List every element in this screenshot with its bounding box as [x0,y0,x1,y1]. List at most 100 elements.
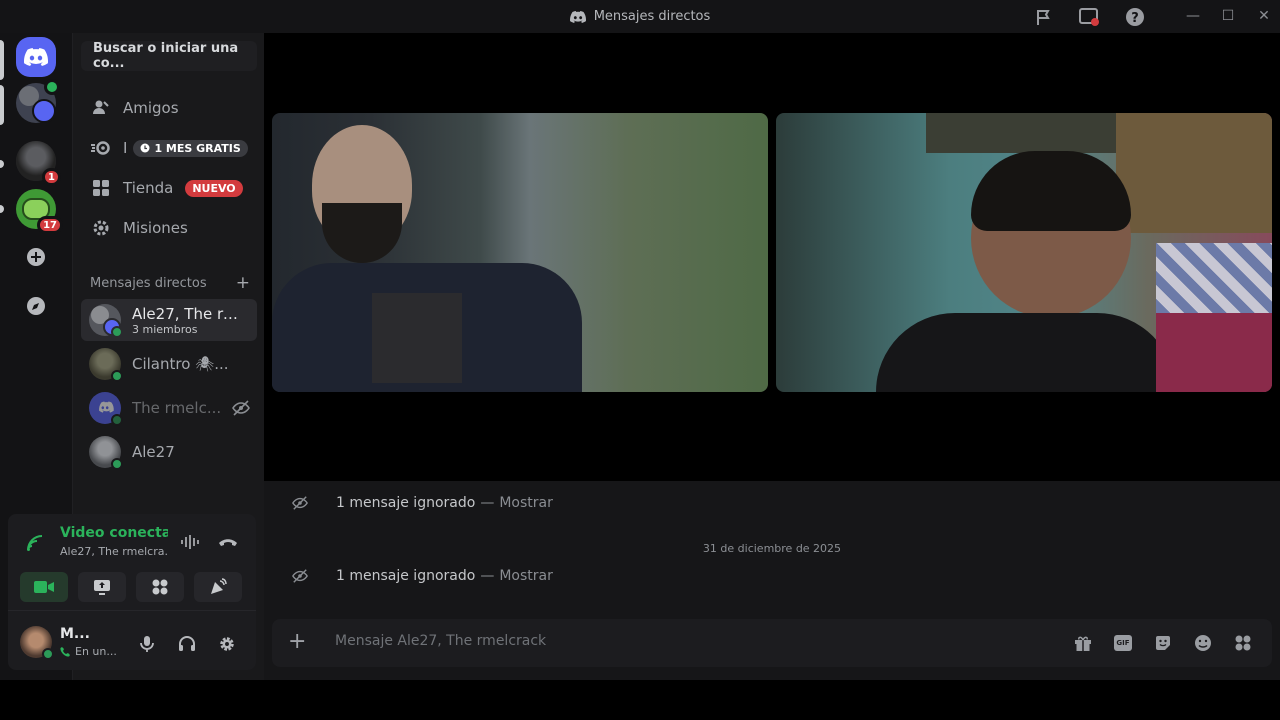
message-input[interactable]: Mensaje Ale27, The rmelcrack [335,633,546,649]
dm-item-rmelcrack[interactable]: The rmelc... [81,387,257,429]
voice-panel: Video conectac Ale27, The rmelcra... [8,514,256,610]
disconnect-icon[interactable] [217,534,239,554]
connection-icon [26,534,44,556]
group-dm-server[interactable] [16,79,60,123]
dm-header-label: Mensajes directos [90,276,207,291]
participant-hair [971,151,1131,231]
dm-item-group[interactable]: Ale27, The rm... 3 miembros [81,299,257,341]
background-bed [1156,313,1272,392]
dm-name: Cilantro 🕷... [132,355,229,373]
home-button[interactable] [16,37,56,77]
discover-button[interactable] [16,286,56,326]
ignored-eye-icon [292,495,308,511]
voice-channel[interactable]: Ale27, The rmelcra... [60,545,168,558]
unread-pill [0,160,4,168]
background-shelf [926,113,1126,153]
nav-label: Misiones [123,219,188,237]
show-link[interactable]: Mostrar [499,568,553,584]
screenshare-button[interactable] [78,572,126,602]
microphone-icon[interactable] [139,635,155,657]
minimize-icon[interactable]: — [1180,4,1206,28]
settings-gear-icon[interactable] [218,635,236,657]
create-dm-icon[interactable]: + [236,275,250,292]
online-status [111,414,123,426]
user-avatar[interactable] [20,626,54,660]
noise-suppression-icon[interactable] [180,534,202,554]
date-divider: 31 de diciembre de 2025 [702,542,842,555]
nav-friends[interactable]: Amigos [81,90,257,126]
participant-body [876,313,1176,392]
clock-icon [140,143,150,153]
participant-beard [322,203,402,263]
soundboard-button[interactable] [194,572,242,602]
ignored-separator: — [480,568,495,584]
online-status [111,370,123,382]
camera-icon [34,581,54,593]
ignored-text: 1 mensaje ignorado [336,568,476,584]
user-status: En un... [60,645,117,658]
close-icon[interactable]: ✕ [1251,4,1277,28]
gif-icon[interactable]: GIF [1113,633,1133,653]
video-tile-2[interactable] [776,113,1272,392]
server-avatar-2[interactable]: 17 [16,189,63,234]
server-avatar-1[interactable]: 1 [16,141,61,186]
friends-icon [91,98,111,118]
main-area: 1 mensaje ignorado — Mostrar 31 de dicie… [264,33,1280,680]
voice-status[interactable]: Video conectac [60,525,168,541]
message-composer: + Mensaje Ale27, The rmelcrack GIF [272,619,1272,667]
add-server-button[interactable] [16,237,56,277]
attach-plus-icon[interactable]: + [288,631,306,653]
headphones-icon[interactable] [178,635,196,657]
nav-shop[interactable]: Tienda NUEVO [81,170,257,206]
user-panel: M... En un... [8,610,256,670]
search-label: Buscar o iniciar una co... [93,41,239,71]
gif-label: GIF [1114,635,1132,651]
username[interactable]: M... [60,626,90,642]
video-stage [264,33,1280,481]
screenshare-icon [94,580,110,595]
discord-logo-icon [569,10,586,23]
sticker-icon[interactable] [1153,633,1173,653]
gift-icon[interactable] [1073,633,1093,653]
activities-icon [152,579,168,595]
ignored-text: 1 mensaje ignorado [336,495,476,511]
maximize-icon[interactable]: ☐ [1215,4,1241,28]
inbox-icon[interactable] [1078,6,1100,28]
svg-text:?: ? [1131,11,1139,26]
dm-subtitle: 3 miembros [132,322,198,336]
online-status [111,326,123,338]
new-tag: NUEVO [185,179,243,197]
soundboard-icon [211,578,227,594]
avatar [89,392,123,426]
help-icon[interactable]: ? [1124,6,1146,28]
notification-badge: 1 [42,168,61,186]
title-bar: Mensajes directos ? — ☐ ✕ [0,0,1280,33]
video-tile-1[interactable] [272,113,768,392]
apps-icon[interactable] [1233,633,1253,653]
flag-icon[interactable] [1033,6,1055,28]
search-button[interactable]: Buscar o iniciar una co... [81,41,257,71]
ignored-eye-icon [232,400,250,420]
nitro-icon [91,138,111,158]
camera-button[interactable] [20,572,68,602]
shop-icon [91,178,111,198]
activities-button[interactable] [136,572,184,602]
dm-item-ale27[interactable]: Ale27 [81,431,257,473]
phone-icon [60,647,70,657]
dm-item-cilantro[interactable]: Cilantro 🕷... [81,343,257,385]
emoji-icon[interactable] [1193,633,1213,653]
dm-name: Ale27 [132,443,175,461]
ignored-separator: — [480,495,495,511]
window-title-text: Mensajes directos [593,9,711,24]
dm-section-header: Mensajes directos + [90,275,250,292]
avatar [89,436,123,470]
show-link[interactable]: Mostrar [499,495,553,511]
quests-icon [91,218,111,238]
avatar [89,348,123,382]
selected-pill [0,40,4,80]
nav-nitro[interactable]: I 1 MES GRATIS [81,130,257,166]
nav-quests[interactable]: Misiones [81,210,257,246]
ignored-message-2: 1 mensaje ignorado — Mostrar [292,564,553,588]
bottom-letterbox [0,680,1280,720]
dm-name: Ale27, The rm... [132,304,242,323]
